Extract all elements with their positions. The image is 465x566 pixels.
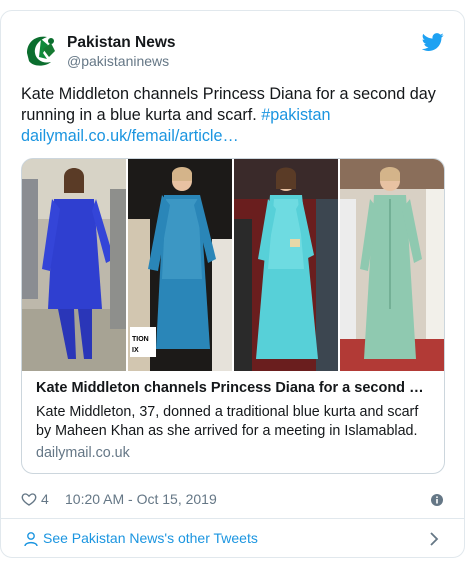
person-icon [23, 531, 39, 547]
handle[interactable]: @pakistaninews [67, 52, 176, 70]
tweet-embed[interactable]: Pakistan News @pakistaninews Kate Middle… [0, 10, 465, 558]
svg-text:TION: TION [132, 336, 149, 343]
avatar[interactable] [21, 31, 59, 69]
link-card[interactable]: TION IX Kate Middleton channels Princess… [21, 158, 445, 474]
card-description: Kate Middleton, 37, donned a traditional… [36, 404, 419, 439]
card-domain: dailymail.co.uk [36, 445, 130, 461]
chevron-right-icon [428, 531, 440, 547]
tweet-header: Pakistan News @pakistaninews [21, 31, 444, 71]
svg-text:IX: IX [132, 347, 139, 354]
other-tweets-label[interactable]: See Pakistan News's other Tweets [43, 528, 258, 548]
tweet-body: Kate Middleton channels Princess Diana f… [21, 85, 436, 124]
article-link[interactable]: dailymail.co.uk/femail/article… [21, 127, 239, 145]
display-name[interactable]: Pakistan News [67, 33, 176, 52]
other-tweets-link[interactable]: See Pakistan News's other Tweets [1, 519, 464, 558]
hashtag-link[interactable]: #pakistan [261, 106, 330, 124]
info-icon[interactable] [430, 492, 444, 506]
photo-panel-1 [22, 159, 128, 371]
card-title[interactable]: Kate Middleton channels Princess Diana f… [36, 379, 432, 398]
card-image[interactable]: TION IX [22, 159, 444, 371]
tweet-text: Kate Middleton channels Princess Diana f… [21, 84, 446, 147]
like-count[interactable]: 4 [41, 489, 49, 509]
photo-panel-4 [340, 159, 444, 371]
photo-panel-2: TION IX [128, 159, 234, 371]
author-names: Pakistan News @pakistaninews [67, 33, 176, 70]
tweet-meta: 4 10:20 AM - Oct 15, 2019 [21, 489, 444, 509]
photo-panel-3 [234, 159, 340, 371]
twitter-bird-icon[interactable] [421, 31, 444, 53]
timestamp[interactable]: 10:20 AM - Oct 15, 2019 [65, 489, 217, 509]
heart-icon[interactable] [21, 491, 37, 507]
